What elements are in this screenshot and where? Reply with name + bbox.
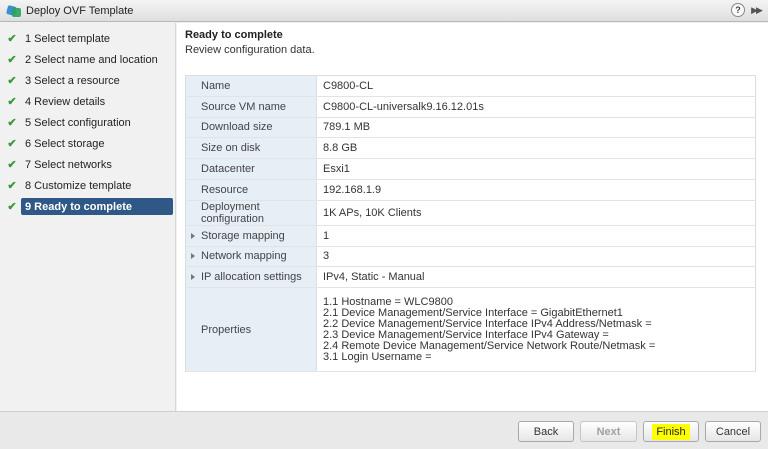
check-icon: ✔: [7, 96, 17, 108]
table-row-network-mapping[interactable]: Network mapping 3: [185, 246, 756, 268]
step-review-details[interactable]: ✔ 4 Review details: [0, 91, 175, 112]
row-key: Deployment configuration: [185, 200, 317, 226]
row-key: IP allocation settings: [185, 266, 317, 289]
table-row: Name C9800-CL: [185, 75, 756, 97]
step-select-storage[interactable]: ✔ 6 Select storage: [0, 133, 175, 154]
step-label: 7 Select networks: [25, 158, 112, 171]
check-icon: ✔: [7, 54, 17, 66]
row-key-label: IP allocation settings: [201, 271, 302, 284]
row-key: Source VM name: [185, 96, 317, 118]
collapse-icon[interactable]: ▶▶: [748, 3, 764, 17]
row-key-label: Storage mapping: [201, 229, 285, 242]
row-key: Resource: [185, 179, 317, 201]
row-value: 1.1 Hostname = WLC9800 2.1 Device Manage…: [316, 287, 756, 373]
expand-arrow-icon[interactable]: [191, 274, 195, 281]
row-value: C9800-CL: [316, 75, 756, 97]
check-icon: ✔: [7, 117, 17, 129]
step-customize-template[interactable]: ✔ 8 Customize template: [0, 175, 175, 196]
table-row: Deployment configuration 1K APs, 10K Cli…: [185, 200, 756, 226]
summary-table: Name C9800-CL Source VM name C9800-CL-un…: [185, 75, 756, 373]
step-label: 3 Select a resource: [25, 74, 120, 87]
page-subtitle: Review configuration data.: [185, 44, 315, 56]
check-icon: ✔: [7, 159, 17, 171]
table-row-ip-allocation[interactable]: IP allocation settings IPv4, Static - Ma…: [185, 266, 756, 289]
row-key: Name: [185, 75, 317, 97]
table-row-storage-mapping[interactable]: Storage mapping 1: [185, 225, 756, 247]
property-line: 3.1 Login Username =: [323, 350, 432, 363]
expand-arrow-icon[interactable]: [191, 232, 195, 239]
row-key: Download size: [185, 117, 317, 139]
finish-button[interactable]: Finish: [643, 421, 699, 442]
step-label: 9 Ready to complete: [21, 198, 173, 215]
check-icon: ✔: [7, 33, 17, 45]
row-value: 192.168.1.9: [316, 179, 756, 201]
row-key: Size on disk: [185, 137, 317, 160]
help-icon[interactable]: ?: [731, 3, 745, 17]
step-label: 8 Customize template: [25, 179, 132, 192]
table-row: Source VM name C9800-CL-universalk9.16.1…: [185, 96, 756, 118]
step-select-networks[interactable]: ✔ 7 Select networks: [0, 154, 175, 175]
row-value: Esxi1: [316, 158, 756, 180]
back-button[interactable]: Back: [518, 421, 574, 442]
window-title: Deploy OVF Template: [26, 4, 134, 17]
check-icon: ✔: [7, 180, 17, 192]
step-label: 6 Select storage: [25, 137, 105, 150]
title-bar: Deploy OVF Template ? ▶▶: [0, 0, 768, 22]
table-row: Resource 192.168.1.9: [185, 179, 756, 201]
row-value: C9800-CL-universalk9.16.12.01s: [316, 96, 756, 118]
row-key: Properties: [185, 287, 317, 373]
check-icon: ✔: [7, 138, 17, 150]
row-value: 8.8 GB: [316, 137, 756, 160]
step-label: 5 Select configuration: [25, 116, 131, 129]
table-row: Size on disk 8.8 GB: [185, 137, 756, 160]
row-value: IPv4, Static - Manual: [316, 266, 756, 289]
check-icon: ✔: [7, 201, 17, 213]
row-value: 789.1 MB: [316, 117, 756, 139]
expand-arrow-icon[interactable]: [191, 253, 195, 260]
table-row: Datacenter Esxi1: [185, 158, 756, 180]
step-select-resource[interactable]: ✔ 3 Select a resource: [0, 70, 175, 91]
step-label: 1 Select template: [25, 32, 110, 45]
wizard-steps-nav: ✔ 1 Select template ✔ 2 Select name and …: [0, 23, 176, 411]
app-icon: [5, 4, 21, 18]
step-label: 2 Select name and location: [25, 53, 158, 66]
step-select-template[interactable]: ✔ 1 Select template: [0, 28, 175, 49]
step-select-configuration[interactable]: ✔ 5 Select configuration: [0, 112, 175, 133]
row-key: Storage mapping: [185, 225, 317, 247]
row-value: 1: [316, 225, 756, 247]
row-key: Network mapping: [185, 246, 317, 268]
row-key-label: Network mapping: [201, 250, 287, 263]
step-ready-to-complete[interactable]: ✔ 9 Ready to complete: [0, 196, 175, 217]
finish-button-label: Finish: [652, 423, 690, 440]
cancel-button[interactable]: Cancel: [705, 421, 761, 442]
row-key: Datacenter: [185, 158, 317, 180]
page-title: Ready to complete: [185, 29, 283, 41]
step-select-name-location[interactable]: ✔ 2 Select name and location: [0, 49, 175, 70]
step-label: 4 Review details: [25, 95, 106, 108]
check-icon: ✔: [7, 75, 17, 87]
row-value: 1K APs, 10K Clients: [316, 200, 756, 226]
table-row: Download size 789.1 MB: [185, 117, 756, 139]
row-value: 3: [316, 246, 756, 268]
next-button[interactable]: Next: [580, 421, 637, 442]
table-row-properties: Properties 1.1 Hostname = WLC9800 2.1 De…: [185, 287, 756, 373]
main-pane: Ready to complete Review configuration d…: [177, 23, 768, 411]
footer-bar: Back Next Finish Cancel: [0, 411, 768, 449]
